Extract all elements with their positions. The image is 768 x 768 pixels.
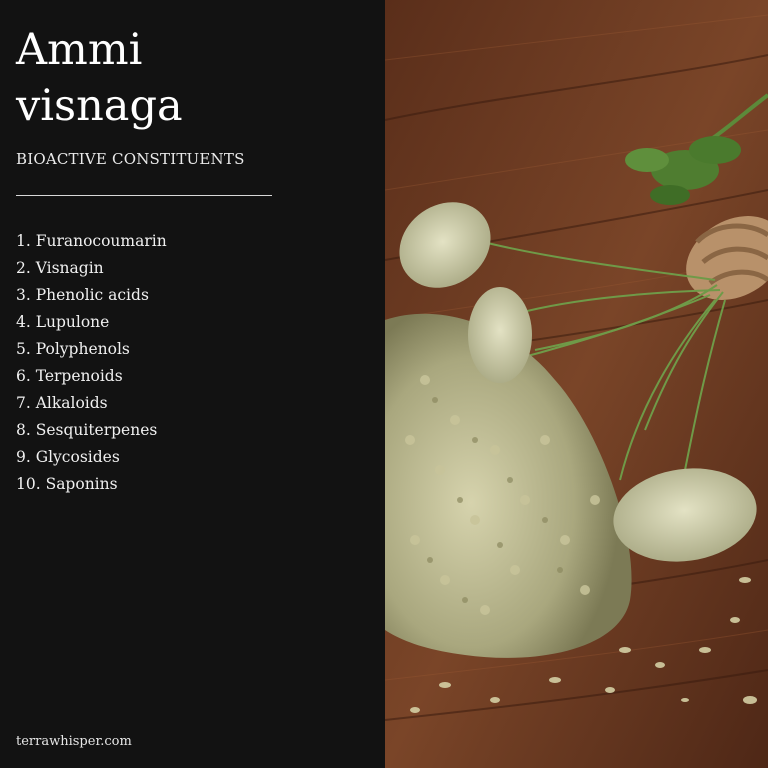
divider — [16, 195, 272, 196]
list-item: 1. Furanocoumarin — [16, 232, 167, 250]
title-line-2: visnaga — [16, 81, 183, 131]
website-credit: terrawhisper.com — [16, 734, 132, 749]
list-item: 5. Polyphenols — [16, 340, 130, 358]
herb-photo — [385, 0, 768, 768]
text-panel: Ammi visnaga BIOACTIVE CONSTITUENTS 1. F… — [0, 0, 385, 768]
list-item: 7. Alkaloids — [16, 394, 108, 412]
constituents-list: 1. Furanocoumarin 2. Visnagin 3. Phenoli… — [16, 228, 167, 498]
list-item: 6. Terpenoids — [16, 367, 123, 385]
list-item: 4. Lupulone — [16, 313, 110, 331]
page-title: Ammi visnaga — [16, 22, 183, 134]
subtitle: BIOACTIVE CONSTITUENTS — [16, 150, 245, 168]
list-item: 3. Phenolic acids — [16, 286, 149, 304]
list-item: 10. Saponins — [16, 475, 118, 493]
title-line-1: Ammi — [16, 25, 143, 75]
herb-illustration — [385, 0, 768, 768]
list-item: 2. Visnagin — [16, 259, 104, 277]
list-item: 8. Sesquiterpenes — [16, 421, 158, 439]
list-item: 9. Glycosides — [16, 448, 120, 466]
infographic-card: Ammi visnaga BIOACTIVE CONSTITUENTS 1. F… — [0, 0, 768, 768]
